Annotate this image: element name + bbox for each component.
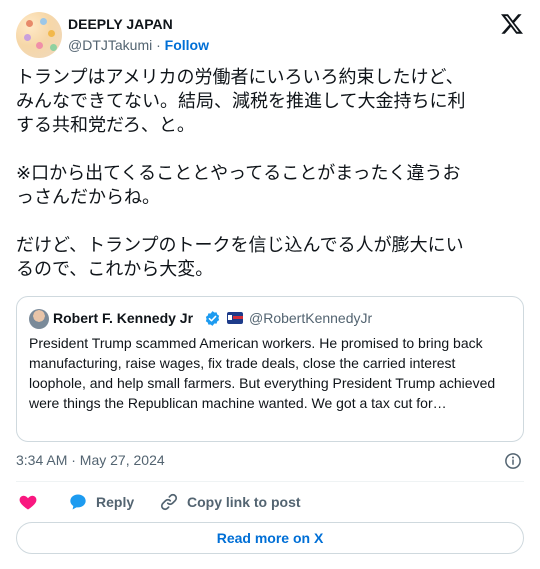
post-timestamp[interactable]: 3:34 AM · May 27, 2024 — [16, 452, 165, 468]
info-icon[interactable] — [504, 452, 522, 470]
verified-badge-icon — [205, 311, 220, 326]
copy-link-label: Copy link to post — [187, 494, 301, 510]
author-avatar[interactable] — [16, 12, 62, 58]
copy-link-button[interactable]: Copy link to post — [159, 490, 301, 514]
author-handle-row: @DTJTakumi · Follow — [68, 37, 209, 53]
reply-label: Reply — [96, 494, 135, 510]
like-button[interactable] — [18, 490, 38, 514]
x-logo-icon[interactable] — [500, 12, 524, 36]
follow-button[interactable]: Follow — [165, 37, 209, 53]
read-more-button[interactable]: Read more on X — [16, 522, 524, 554]
separator: · — [156, 37, 161, 53]
flag-icon — [227, 312, 243, 324]
quoted-author-name[interactable]: Robert F. Kennedy Jr — [53, 310, 193, 326]
quoted-post[interactable]: Robert F. Kennedy Jr @RobertKennedyJr Pr… — [16, 296, 524, 442]
embedded-post: DEEPLY JAPAN @DTJTakumi · Follow トランプはアメ… — [0, 0, 540, 569]
heart-icon — [19, 495, 37, 510]
read-more-label: Read more on X — [216, 530, 324, 546]
post-text: トランプはアメリカの労働者にいろいろ約束したけど、 みんなできてない。結局、減税… — [16, 67, 466, 280]
author-name[interactable]: DEEPLY JAPAN — [68, 16, 173, 32]
quoted-post-text: President Trump scammed American workers… — [29, 335, 496, 411]
link-icon — [160, 493, 178, 511]
reply-bubble-icon — [70, 494, 86, 510]
author-handle[interactable]: @DTJTakumi — [68, 37, 152, 53]
quoted-author-avatar[interactable] — [29, 309, 49, 329]
divider — [16, 481, 524, 482]
reply-button[interactable]: Reply — [68, 490, 134, 514]
quoted-author-handle[interactable]: @RobertKennedyJr — [249, 310, 372, 326]
action-bar: Reply Copy link to post — [16, 490, 524, 514]
